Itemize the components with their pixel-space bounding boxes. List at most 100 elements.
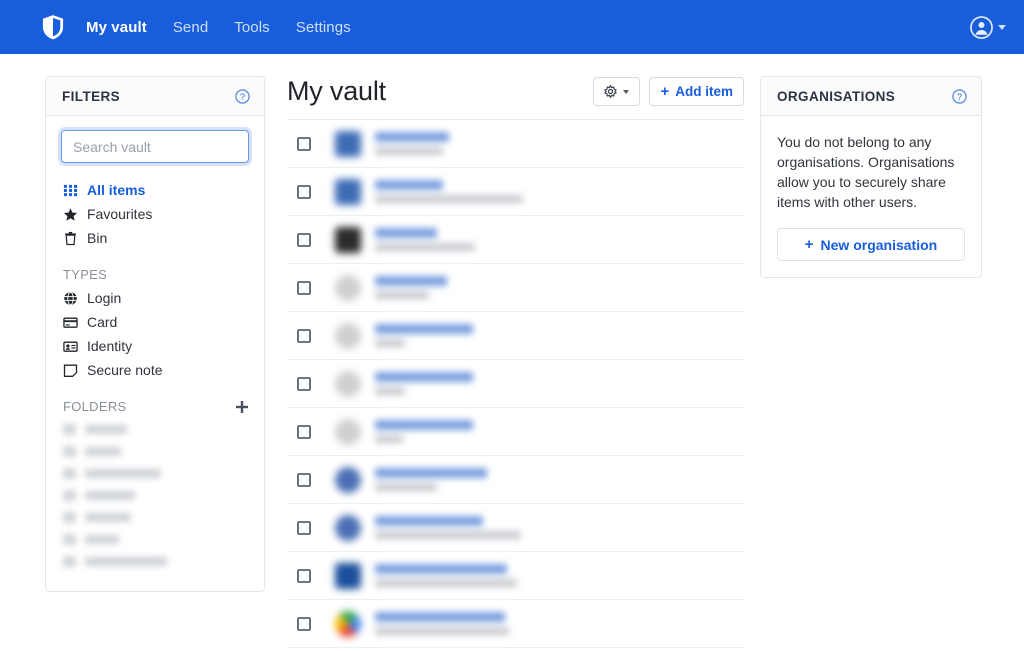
nav-link-send[interactable]: Send <box>173 19 208 36</box>
sidebar-item-all-items[interactable]: All items <box>61 179 249 203</box>
list-item[interactable] <box>61 551 249 573</box>
list-item[interactable] <box>61 529 249 551</box>
list-item[interactable] <box>61 441 249 463</box>
account-menu[interactable] <box>970 15 1006 39</box>
sidebar-item-login[interactable]: Login <box>61 287 249 311</box>
row-checkbox[interactable] <box>297 184 311 199</box>
sidebar-item-identity[interactable]: Identity <box>61 335 249 359</box>
list-item[interactable] <box>61 463 249 485</box>
folder-label <box>85 491 135 500</box>
organisations-sidebar: ORGANISATIONS ? You do not belong to any… <box>760 76 982 278</box>
row-checkbox[interactable] <box>297 424 311 439</box>
item-name[interactable] <box>375 276 447 286</box>
row-checkbox[interactable] <box>297 136 311 151</box>
sidebar-item-label: Card <box>87 314 118 330</box>
item-name[interactable] <box>375 228 437 238</box>
row-checkbox[interactable] <box>297 616 311 631</box>
sidebar-item-bin[interactable]: Bin <box>61 227 249 251</box>
search-input[interactable] <box>61 130 249 163</box>
row-checkbox[interactable] <box>297 280 311 295</box>
top-navbar: My vault Send Tools Settings <box>0 0 1024 54</box>
add-item-button[interactable]: + Add item <box>649 77 744 106</box>
filter-nav-group: All items Favourites Bin <box>61 179 249 251</box>
item-favicon <box>335 322 361 349</box>
item-favicon <box>335 514 361 541</box>
help-circle-icon[interactable]: ? <box>235 89 250 104</box>
organisations-header: ORGANISATIONS ? <box>761 77 981 116</box>
item-name[interactable] <box>375 468 487 478</box>
item-username <box>375 483 437 491</box>
item-favicon <box>335 274 361 301</box>
item-text <box>375 516 521 539</box>
table-row[interactable] <box>287 168 744 216</box>
filters-sidebar: FILTERS ? Search vault All items Favouri… <box>45 76 265 592</box>
item-username <box>375 531 521 539</box>
item-username <box>375 339 405 347</box>
list-item[interactable] <box>61 419 249 441</box>
sidebar-item-favourites[interactable]: Favourites <box>61 203 249 227</box>
item-favicon <box>335 370 361 397</box>
item-name[interactable] <box>375 612 505 622</box>
row-checkbox[interactable] <box>297 376 311 391</box>
vault-options-button[interactable] <box>593 77 641 106</box>
account-circle-icon <box>970 15 993 39</box>
note-icon <box>63 364 78 377</box>
types-group-label: TYPES <box>63 267 249 282</box>
table-row[interactable] <box>287 408 744 456</box>
list-item[interactable] <box>61 485 249 507</box>
item-text <box>375 228 475 251</box>
item-name[interactable] <box>375 324 473 334</box>
item-name[interactable] <box>375 180 443 190</box>
table-row[interactable] <box>287 504 744 552</box>
item-text <box>375 276 447 299</box>
table-row[interactable] <box>287 360 744 408</box>
table-row[interactable] <box>287 216 744 264</box>
item-name[interactable] <box>375 516 483 526</box>
item-name[interactable] <box>375 372 473 382</box>
nav-link-settings[interactable]: Settings <box>296 19 351 36</box>
chevron-down-icon <box>998 24 1006 30</box>
globe-icon <box>64 291 77 306</box>
sidebar-item-label: All items <box>87 182 146 198</box>
item-name[interactable] <box>375 132 449 142</box>
folder-label <box>85 513 131 522</box>
item-name[interactable] <box>375 420 473 430</box>
nav-link-my-vault[interactable]: My vault <box>86 19 147 36</box>
row-checkbox[interactable] <box>297 328 311 343</box>
add-item-label: Add item <box>675 84 733 99</box>
chevron-down-icon <box>623 89 630 94</box>
table-row[interactable] <box>287 264 744 312</box>
table-row[interactable] <box>287 600 744 648</box>
vault-actions: + Add item <box>593 77 744 106</box>
star-icon <box>63 208 78 221</box>
new-organisation-button[interactable]: + New organisation <box>777 228 965 261</box>
item-favicon <box>335 610 361 637</box>
table-row[interactable] <box>287 456 744 504</box>
row-checkbox[interactable] <box>297 472 311 487</box>
organisations-description: You do not belong to any organisations. … <box>777 134 955 210</box>
item-text <box>375 612 509 635</box>
sidebar-item-secure-note[interactable]: Secure note <box>61 359 249 383</box>
row-checkbox[interactable] <box>297 232 311 247</box>
item-username <box>375 291 429 299</box>
plus-icon[interactable] <box>235 400 249 414</box>
item-username <box>375 435 403 443</box>
item-favicon <box>335 562 361 589</box>
list-item[interactable] <box>61 507 249 529</box>
gear-icon <box>604 85 618 98</box>
filters-title: FILTERS <box>62 89 121 104</box>
help-circle-icon[interactable]: ? <box>952 89 967 104</box>
row-checkbox[interactable] <box>297 520 311 535</box>
table-row[interactable] <box>287 312 744 360</box>
nav-link-tools[interactable]: Tools <box>234 19 270 36</box>
folder-label <box>85 469 161 478</box>
table-row[interactable] <box>287 552 744 600</box>
item-name[interactable] <box>375 564 507 574</box>
vault-main: My vault + Add item <box>265 76 760 648</box>
row-checkbox[interactable] <box>297 568 311 583</box>
table-row[interactable] <box>287 120 744 168</box>
sidebar-item-label: Bin <box>87 230 108 246</box>
folder-icon <box>63 446 76 457</box>
credit-card-icon <box>63 317 78 328</box>
sidebar-item-card[interactable]: Card <box>61 311 249 335</box>
